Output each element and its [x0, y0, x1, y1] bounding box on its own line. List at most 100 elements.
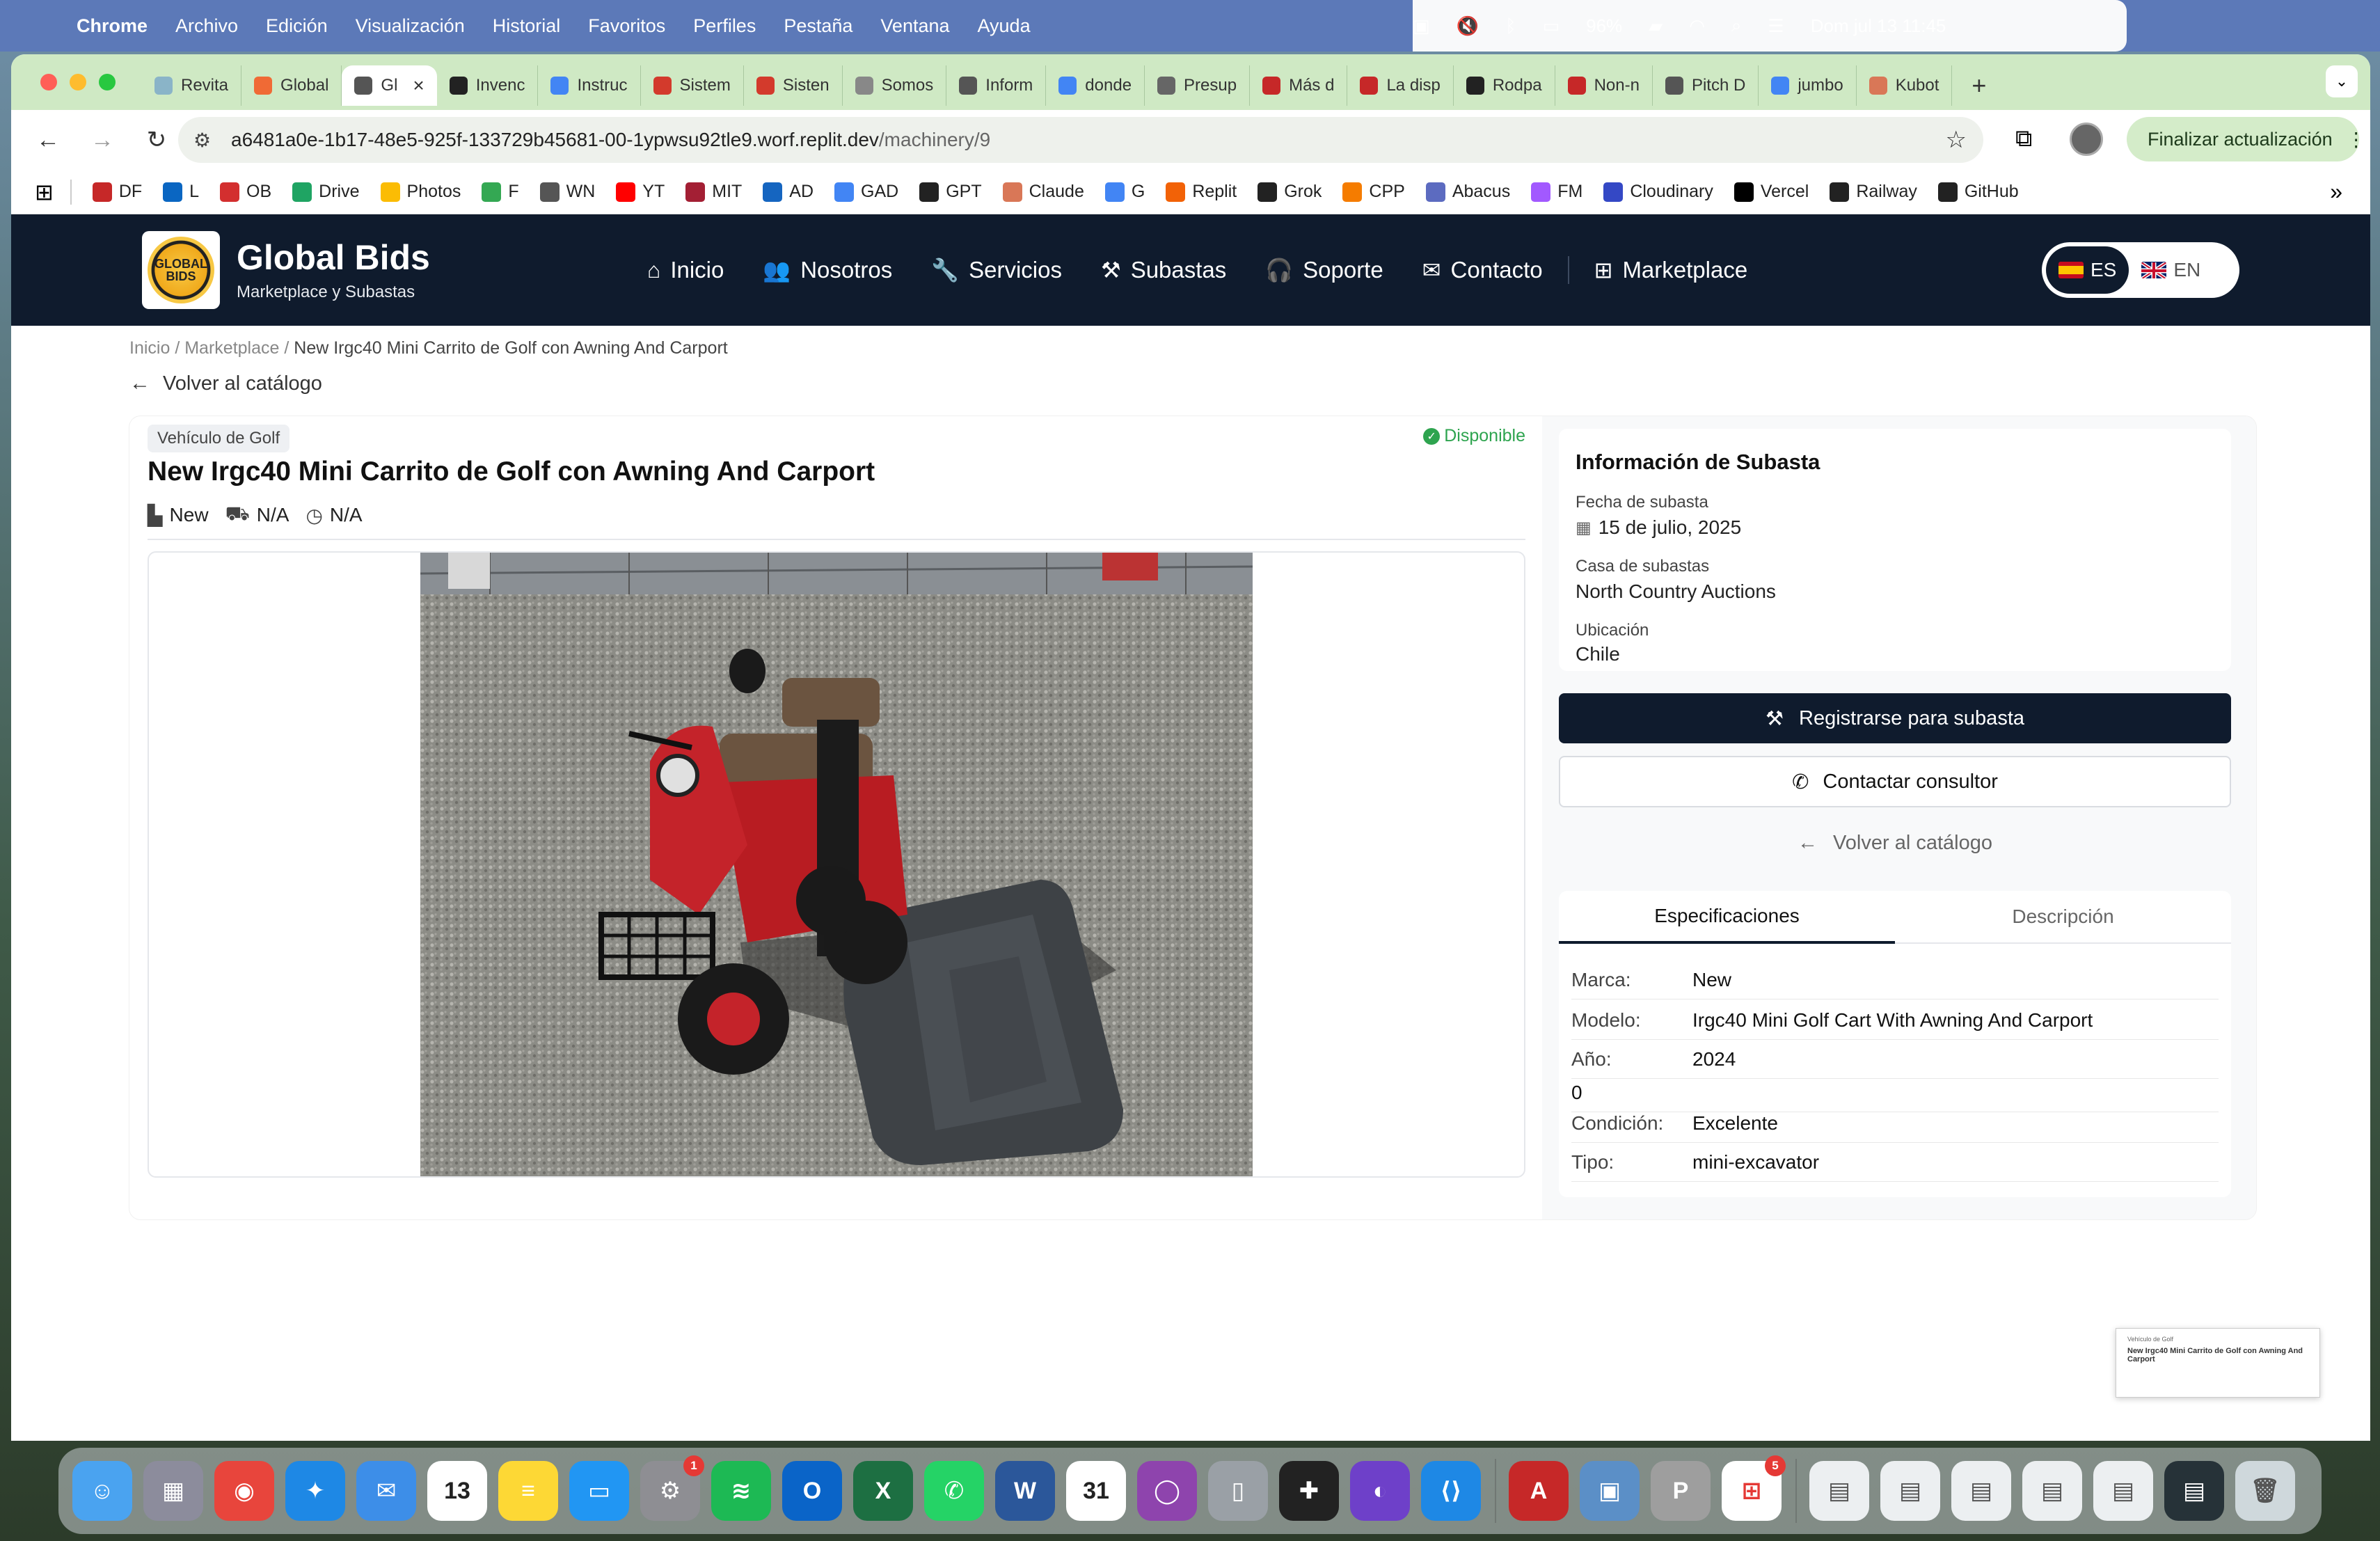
- bookmark-item[interactable]: OB: [220, 182, 271, 202]
- menu-ayuda[interactable]: Ayuda: [978, 15, 1031, 37]
- dock-doc-6-icon[interactable]: ▤: [2164, 1461, 2224, 1521]
- forward-arrow-icon[interactable]: →: [85, 127, 120, 154]
- apps-grid-icon[interactable]: ⊞: [35, 179, 54, 205]
- bookmark-item[interactable]: GitHub: [1937, 182, 2019, 202]
- bookmark-item[interactable]: Claude: [1002, 182, 1084, 202]
- dock-microsoft-365-icon[interactable]: ⊞ 5: [1722, 1455, 1786, 1521]
- minimize-window-button[interactable]: [70, 74, 86, 90]
- bookmark-item[interactable]: FM: [1531, 182, 1582, 202]
- dock-keynote-icon[interactable]: ▭: [569, 1461, 629, 1521]
- close-window-button[interactable]: [40, 74, 57, 90]
- dock-outlook-icon[interactable]: O: [782, 1461, 842, 1521]
- bookmark-item[interactable]: Abacus: [1425, 182, 1510, 202]
- register-auction-button[interactable]: ⚒ Registrarse para subasta: [1559, 693, 2231, 743]
- bookmark-item[interactable]: AD: [763, 182, 814, 202]
- menu-historial[interactable]: Historial: [493, 15, 561, 37]
- bookmark-item[interactable]: CPP: [1342, 182, 1405, 202]
- menu-favoritos[interactable]: Favoritos: [588, 15, 665, 37]
- dock-chrome-icon[interactable]: ◉: [214, 1461, 274, 1521]
- address-bar[interactable]: ⚙ a6481a0e-1b17-48e5-925f-133729b45681-0…: [178, 117, 1983, 163]
- tab-specifications[interactable]: Especificaciones: [1559, 891, 1895, 944]
- nav-item-inicio[interactable]: ⌂ Inicio: [647, 257, 724, 283]
- reload-icon[interactable]: ↻: [139, 126, 174, 154]
- site-info-icon[interactable]: ⚙: [193, 129, 221, 152]
- dock-github-desktop-icon[interactable]: ◐: [1350, 1461, 1410, 1521]
- menubar-clock[interactable]: Dom jul 13 11:45: [1811, 15, 1946, 37]
- menu-app-name[interactable]: Chrome: [77, 15, 148, 37]
- dock-iphone-mirroring-icon[interactable]: ▯: [1208, 1461, 1268, 1521]
- dock-mac-pro-icon[interactable]: P: [1651, 1461, 1711, 1521]
- wifi-icon[interactable]: ◠: [1689, 15, 1705, 37]
- browser-tab[interactable]: Sistem: [641, 65, 744, 106]
- dock-whatsapp-icon[interactable]: ✆: [924, 1461, 984, 1521]
- dock-safari-icon[interactable]: ✦: [285, 1461, 345, 1521]
- menu-visualizacion[interactable]: Visualización: [356, 15, 465, 37]
- nav-item-marketplace[interactable]: ⊞ Marketplace: [1594, 257, 1748, 283]
- dock-trash-icon[interactable]: 🗑: [2235, 1461, 2295, 1521]
- bookmark-item[interactable]: Cloudinary: [1603, 182, 1713, 202]
- screenshot-icon[interactable]: ▣: [1413, 15, 1430, 37]
- back-to-catalog-link[interactable]: ← Volver al catálogo: [129, 372, 322, 395]
- dock-acrobat-icon[interactable]: A: [1509, 1461, 1569, 1521]
- address-url[interactable]: a6481a0e-1b17-48e5-925f-133729b45681-00-…: [231, 129, 990, 151]
- dock-settings-icon[interactable]: ⚙ 1: [640, 1455, 704, 1521]
- browser-tab[interactable]: Somos: [843, 65, 947, 106]
- global-bids-logo[interactable]: GLOBAL BIDS: [142, 231, 220, 309]
- finish-update-button[interactable]: Finalizar actualización ⋮: [2127, 117, 2366, 161]
- nav-item-nosotros[interactable]: 👥 Nosotros: [763, 257, 892, 283]
- dock-notes-icon[interactable]: ≡: [498, 1461, 558, 1521]
- bookmark-item[interactable]: Railway: [1830, 182, 1917, 202]
- battery-percent[interactable]: 96%: [1586, 15, 1622, 37]
- product-photo[interactable]: [420, 553, 1253, 1176]
- profile-avatar[interactable]: [2070, 123, 2103, 156]
- maximize-window-button[interactable]: [99, 74, 116, 90]
- dock-doc-2-icon[interactable]: ▤: [1880, 1461, 1940, 1521]
- screenshot-thumbnail-preview[interactable]: Vehículo de Golf New Irgc40 Mini Carrito…: [2116, 1328, 2320, 1398]
- display-icon[interactable]: ▭: [1543, 15, 1560, 37]
- nav-item-contacto[interactable]: ✉ Contacto: [1422, 257, 1543, 283]
- bookmark-item[interactable]: WN: [539, 182, 595, 202]
- more-bookmarks-chevron-icon[interactable]: »: [2330, 179, 2342, 205]
- close-tab-icon[interactable]: ×: [413, 74, 424, 97]
- spotlight-search-icon[interactable]: ⌕: [1731, 15, 1742, 37]
- dock-spotify-icon[interactable]: ≋: [711, 1461, 771, 1521]
- dock-doc-5-icon[interactable]: ▤: [2093, 1461, 2153, 1521]
- browser-tab[interactable]: Gl ×: [342, 65, 437, 106]
- bookmark-item[interactable]: F: [482, 182, 519, 202]
- browser-tab[interactable]: Pitch D: [1653, 65, 1759, 106]
- browser-tab[interactable]: Non-n: [1555, 65, 1653, 106]
- dock-doc-4-icon[interactable]: ▤: [2022, 1461, 2082, 1521]
- dock-doc-1-icon[interactable]: ▤: [1809, 1461, 1869, 1521]
- browser-tab[interactable]: jumbo: [1759, 65, 1857, 106]
- nav-item-soporte[interactable]: 🎧 Soporte: [1265, 257, 1383, 283]
- browser-tab[interactable]: Global: [241, 65, 342, 106]
- chrome-menu-icon[interactable]: ⋮: [2347, 128, 2366, 151]
- browser-tab[interactable]: Presup: [1145, 65, 1251, 106]
- browser-tab[interactable]: Más d: [1250, 65, 1348, 106]
- bookmark-star-icon[interactable]: ☆: [1946, 126, 1967, 154]
- dock-doc-3-icon[interactable]: ▤: [1951, 1461, 2011, 1521]
- menu-ventana[interactable]: Ventana: [880, 15, 949, 37]
- bookmark-item[interactable]: DF: [92, 182, 142, 202]
- lang-en-button[interactable]: EN: [2129, 246, 2213, 294]
- extensions-puzzle-icon[interactable]: ⧉: [2015, 125, 2032, 152]
- dock-vscode-icon[interactable]: ⟨⟩: [1421, 1461, 1481, 1521]
- browser-tab[interactable]: Revita: [142, 65, 242, 106]
- contact-consultant-button[interactable]: ✆ Contactar consultor: [1559, 756, 2231, 807]
- bookmark-item[interactable]: MIT: [685, 182, 742, 202]
- browser-tab[interactable]: Instruc: [538, 65, 641, 106]
- nav-item-servicios[interactable]: 🔧 Servicios: [931, 257, 1062, 283]
- browser-tab[interactable]: Inform: [946, 65, 1047, 106]
- menu-archivo[interactable]: Archivo: [175, 15, 238, 37]
- dock-mail-icon[interactable]: ✉: [356, 1461, 416, 1521]
- bookmark-item[interactable]: GPT: [919, 182, 982, 202]
- dock-launchpad-icon[interactable]: ▦: [143, 1461, 203, 1521]
- new-tab-button[interactable]: +: [1963, 71, 1994, 100]
- bookmark-item[interactable]: GAD: [834, 182, 898, 202]
- bookmark-item[interactable]: Vercel: [1734, 182, 1809, 202]
- breadcrumb-home-link[interactable]: Inicio: [129, 338, 170, 358]
- bookmark-item[interactable]: Grok: [1258, 182, 1322, 202]
- menu-perfiles[interactable]: Perfiles: [693, 15, 756, 37]
- tab-search-button[interactable]: ⌄: [2326, 65, 2358, 97]
- nav-item-subastas[interactable]: ⚒ Subastas: [1101, 257, 1226, 283]
